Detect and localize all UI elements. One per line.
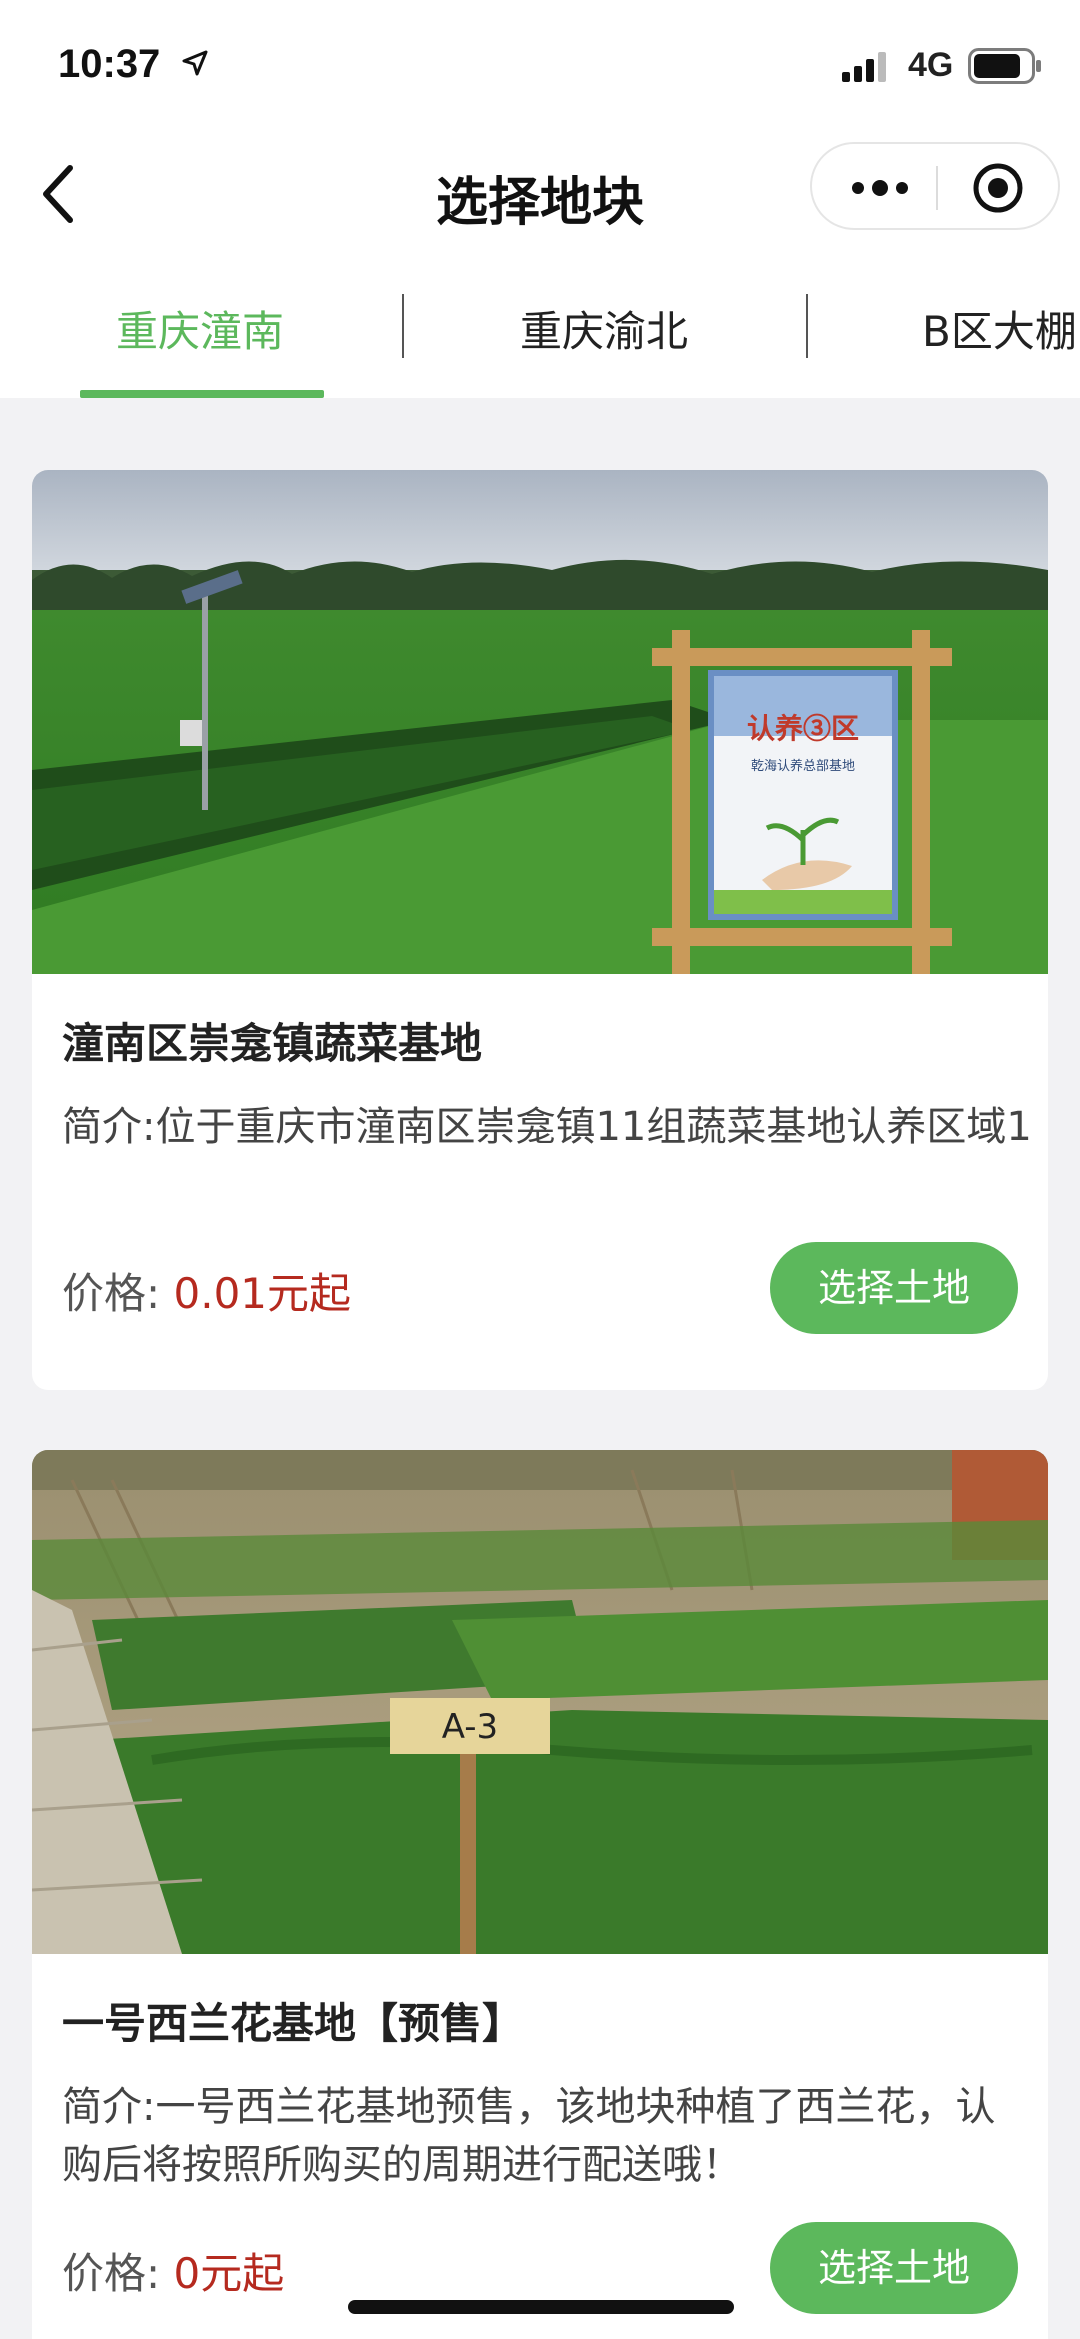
more-icon[interactable] <box>848 168 912 208</box>
plot-price: 价格: 0.01元起 <box>62 1260 351 1321</box>
plot-card[interactable]: 认养③区 乾海认养总部基地 潼南区崇龛镇蔬菜基地 简介:位于重庆市潼南区崇龛镇1… <box>32 470 1048 1390</box>
select-land-button[interactable]: 选择土地 <box>770 2222 1018 2314</box>
signal-icon <box>842 52 886 82</box>
plot-price: 价格: 0元起 <box>62 2240 284 2301</box>
plot-description: 简介:一号西兰花基地预售，该地块种植了西兰花，认购后将按照所购买的周期进行配送哦… <box>62 2084 996 2188</box>
battery-icon <box>968 48 1041 84</box>
price-label: 价格: <box>62 2249 161 2298</box>
tab-b-greenhouse[interactable]: B区大棚 <box>922 298 1077 359</box>
price-value: 0元起 <box>173 2249 285 2298</box>
plot-image: A-3 <box>32 1450 1048 1954</box>
location-arrow-icon <box>182 50 208 76</box>
price-value: 0.01元起 <box>173 1269 352 1318</box>
plot-description: 简介:位于重庆市潼南区崇龛镇11组蔬菜基地认养区域1 <box>62 1104 1032 1150</box>
tab-separator <box>806 294 808 358</box>
plot-title: 一号西兰花基地【预售】 <box>62 1999 525 2048</box>
tab-separator <box>402 294 404 358</box>
active-tab-indicator <box>80 390 324 398</box>
mini-program-capsule <box>810 142 1060 230</box>
network-type: 4G <box>908 46 954 84</box>
capsule-divider <box>936 166 938 210</box>
status-bar: 10:37 4G <box>0 0 1080 130</box>
sign-subtext: 乾海认养总部基地 <box>751 758 855 774</box>
nav-bar: 选择地块 <box>0 130 1080 260</box>
plot-card[interactable]: A-3 一号西兰花基地【预售】 简介:一号西兰花基地预售，该地块种植了西兰花，认… <box>32 1450 1048 2339</box>
status-time: 10:37 <box>58 42 161 86</box>
home-indicator <box>348 2300 734 2314</box>
region-tabs: 重庆潼南 重庆渝北 B区大棚 <box>0 260 1080 398</box>
plot-title: 潼南区崇龛镇蔬菜基地 <box>62 1019 483 1068</box>
tab-chongqing-tongnan[interactable]: 重庆潼南 <box>116 298 284 359</box>
plot-marker-text: A-3 <box>442 1707 498 1747</box>
sign-text: 认养③区 <box>747 712 859 745</box>
select-land-button[interactable]: 选择土地 <box>770 1242 1018 1334</box>
close-target-icon[interactable] <box>970 160 1026 216</box>
price-label: 价格: <box>62 1269 161 1318</box>
plot-image: 认养③区 乾海认养总部基地 <box>32 470 1048 974</box>
tab-chongqing-yubei[interactable]: 重庆渝北 <box>520 298 688 359</box>
